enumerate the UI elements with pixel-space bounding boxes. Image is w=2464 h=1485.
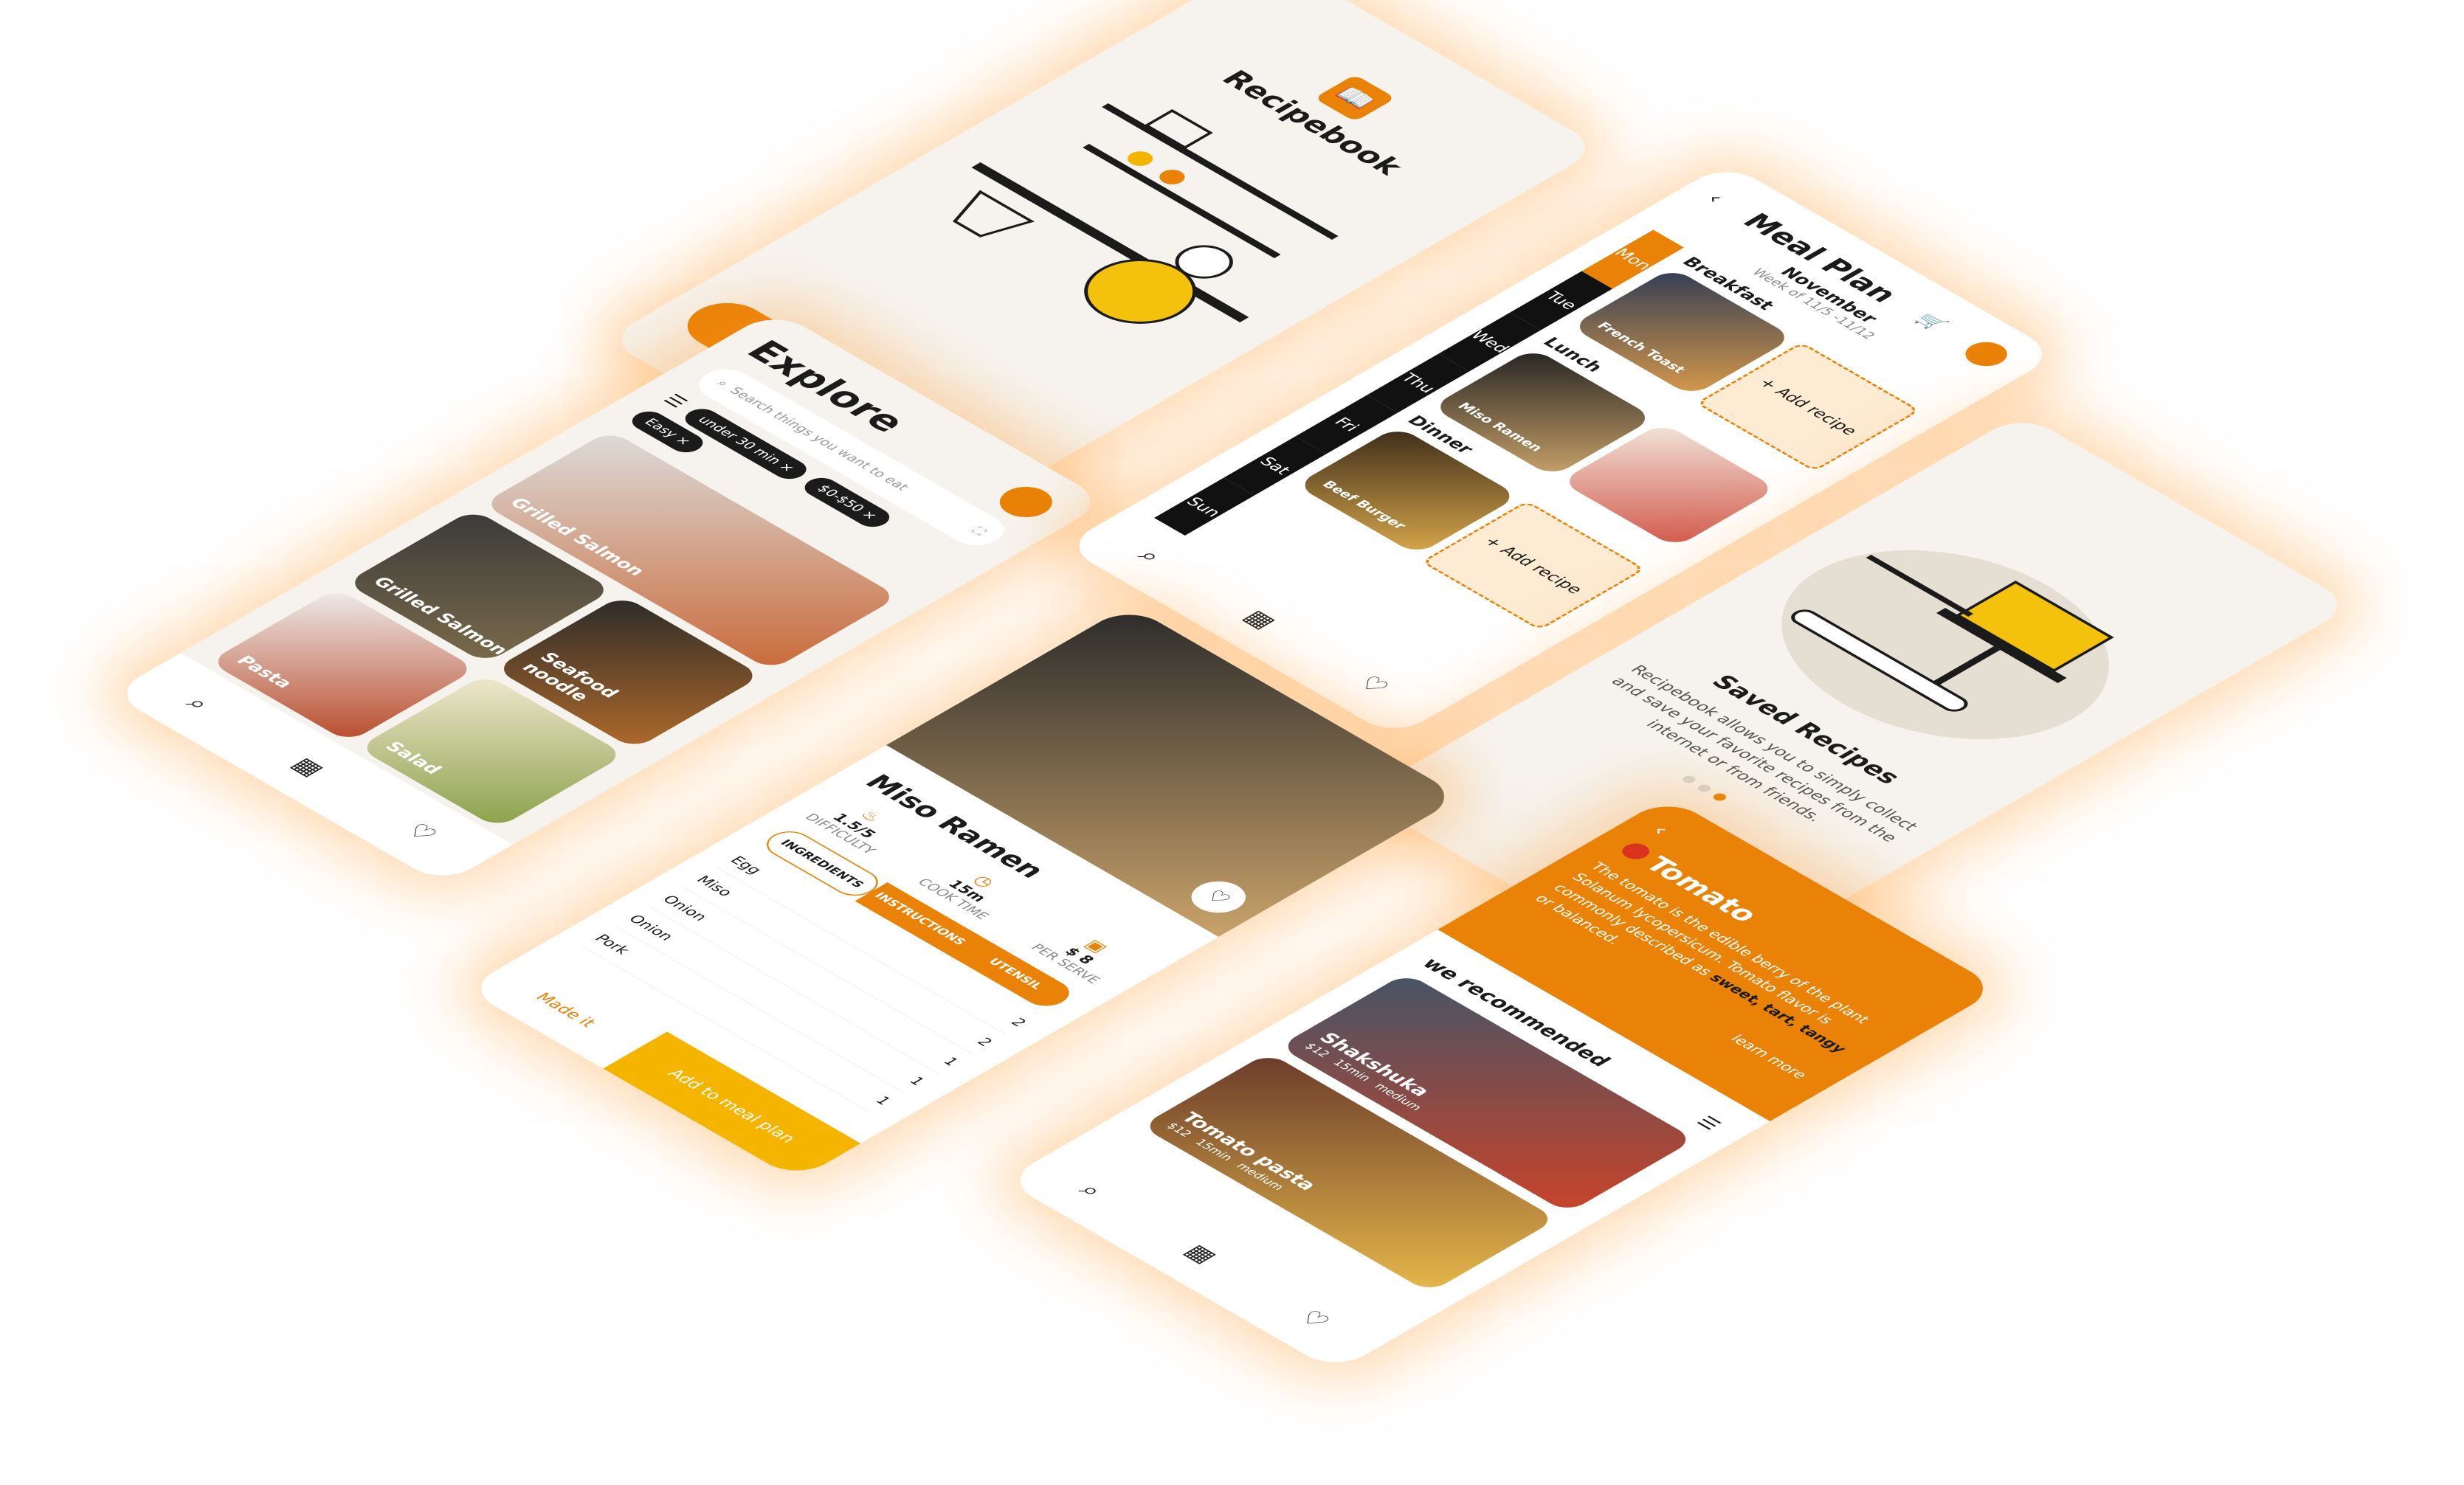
ingredient-qty: 1 bbox=[939, 1054, 963, 1068]
filter-icon[interactable]: ☰ bbox=[658, 391, 692, 411]
ingredient-qty: 2 bbox=[1007, 1015, 1031, 1029]
ingredient-name: Pork bbox=[590, 931, 635, 957]
ingredient-qty: 1 bbox=[872, 1093, 896, 1107]
heart-icon[interactable]: ♡ bbox=[1350, 672, 1395, 698]
chevron-left-icon[interactable]: ‹ bbox=[1646, 822, 1674, 838]
ingredient-qty: 1 bbox=[905, 1074, 929, 1088]
calendar-icon[interactable]: ▦ bbox=[285, 754, 331, 780]
scan-icon[interactable]: ⛶ bbox=[968, 525, 990, 537]
ingredient-name: Miso bbox=[692, 873, 737, 899]
tomato-icon bbox=[1616, 840, 1655, 862]
ingredient-name: Egg bbox=[726, 853, 767, 877]
pager-dot[interactable] bbox=[1710, 792, 1729, 803]
search-icon[interactable]: ⌕ bbox=[1072, 1180, 1110, 1202]
heart-icon[interactable]: ♡ bbox=[1180, 874, 1257, 919]
search-icon[interactable]: ⌕ bbox=[1131, 545, 1169, 567]
recipe-card-title: Tomato pasta bbox=[1176, 1109, 1322, 1194]
filter-icon[interactable]: ☰ bbox=[1691, 1113, 1725, 1133]
search-icon: ⌕ bbox=[713, 377, 734, 390]
pager-dot[interactable] bbox=[1680, 774, 1698, 785]
avatar[interactable] bbox=[989, 480, 1063, 524]
search-icon[interactable]: ⌕ bbox=[179, 693, 217, 715]
calendar-icon[interactable]: ▦ bbox=[1237, 606, 1283, 633]
heart-icon[interactable]: ♡ bbox=[398, 820, 444, 845]
pager-dot[interactable] bbox=[1695, 783, 1714, 794]
mockup-stage: 📖 Recipebook Get Started Explore bbox=[0, 0, 2464, 1485]
recipe-card-title: Pasta bbox=[231, 652, 298, 691]
meal-card-title: Beef Burger bbox=[1318, 478, 1410, 532]
recipe-card-title: Salad bbox=[380, 738, 446, 778]
heart-icon[interactable]: ♡ bbox=[1291, 1306, 1336, 1332]
cart-icon[interactable]: 🛒 bbox=[1911, 311, 1951, 333]
ingredient-qty: 2 bbox=[973, 1035, 997, 1049]
calendar-icon[interactable]: ▦ bbox=[1178, 1241, 1224, 1267]
chevron-left-icon[interactable]: ‹ bbox=[1702, 190, 1730, 206]
